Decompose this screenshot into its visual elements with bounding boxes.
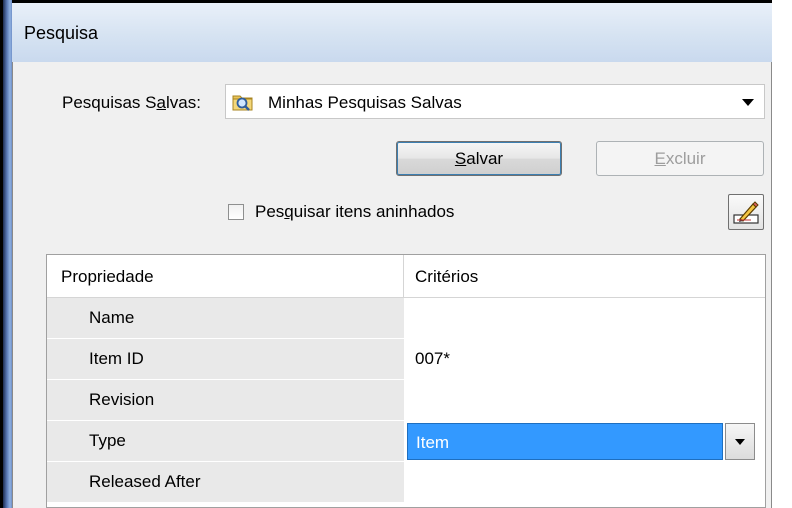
criteria-value-cell[interactable] (404, 298, 765, 339)
window-title: Pesquisa (24, 23, 99, 43)
nested-items-label: Pesquisar itens aninhados (255, 202, 455, 221)
edit-pencil-icon (733, 201, 759, 224)
criteria-value-cell[interactable] (404, 380, 765, 421)
saved-searches-dropdown[interactable]: Minhas Pesquisas Salvas (225, 84, 765, 119)
table-header: Propriedade Critérios (47, 255, 765, 298)
column-header-criteria[interactable]: Critérios (415, 267, 478, 287)
title-bar[interactable]: Pesquisa (12, 0, 792, 62)
nested-items-checkbox[interactable] (228, 204, 244, 220)
column-header-property[interactable]: Propriedade (61, 267, 154, 287)
window-edge (0, 0, 12, 508)
table-row[interactable]: Revision (47, 380, 404, 421)
saved-search-folder-icon (232, 95, 253, 111)
saved-searches-selected: Minhas Pesquisas Salvas (268, 93, 462, 112)
column-divider[interactable] (403, 255, 404, 297)
saved-searches-label: Pesquisas Salvas: (62, 93, 201, 112)
table-row[interactable]: Type (47, 421, 404, 462)
type-select-value[interactable]: Item (407, 423, 723, 460)
table-row[interactable]: Released After (47, 462, 404, 503)
save-button[interactable]: Salvar (396, 141, 562, 176)
chevron-down-icon[interactable] (725, 423, 755, 460)
window-right-edge (772, 0, 792, 508)
criteria-value-cell[interactable]: 007* (404, 339, 765, 380)
table-row[interactable]: Name (47, 298, 404, 339)
edit-criteria-button[interactable] (728, 194, 764, 230)
criteria-value-cell[interactable] (404, 462, 765, 503)
chevron-down-icon[interactable] (742, 99, 754, 106)
search-dialog: Pesquisa Pesquisas Salvas: Minhas Pesqui… (0, 0, 792, 508)
delete-button[interactable]: Excluir (596, 141, 764, 176)
type-select[interactable]: Item (407, 423, 765, 460)
table-row[interactable]: Item ID (47, 339, 404, 380)
criteria-table: Propriedade Critérios Name Item ID 007* … (46, 254, 766, 508)
